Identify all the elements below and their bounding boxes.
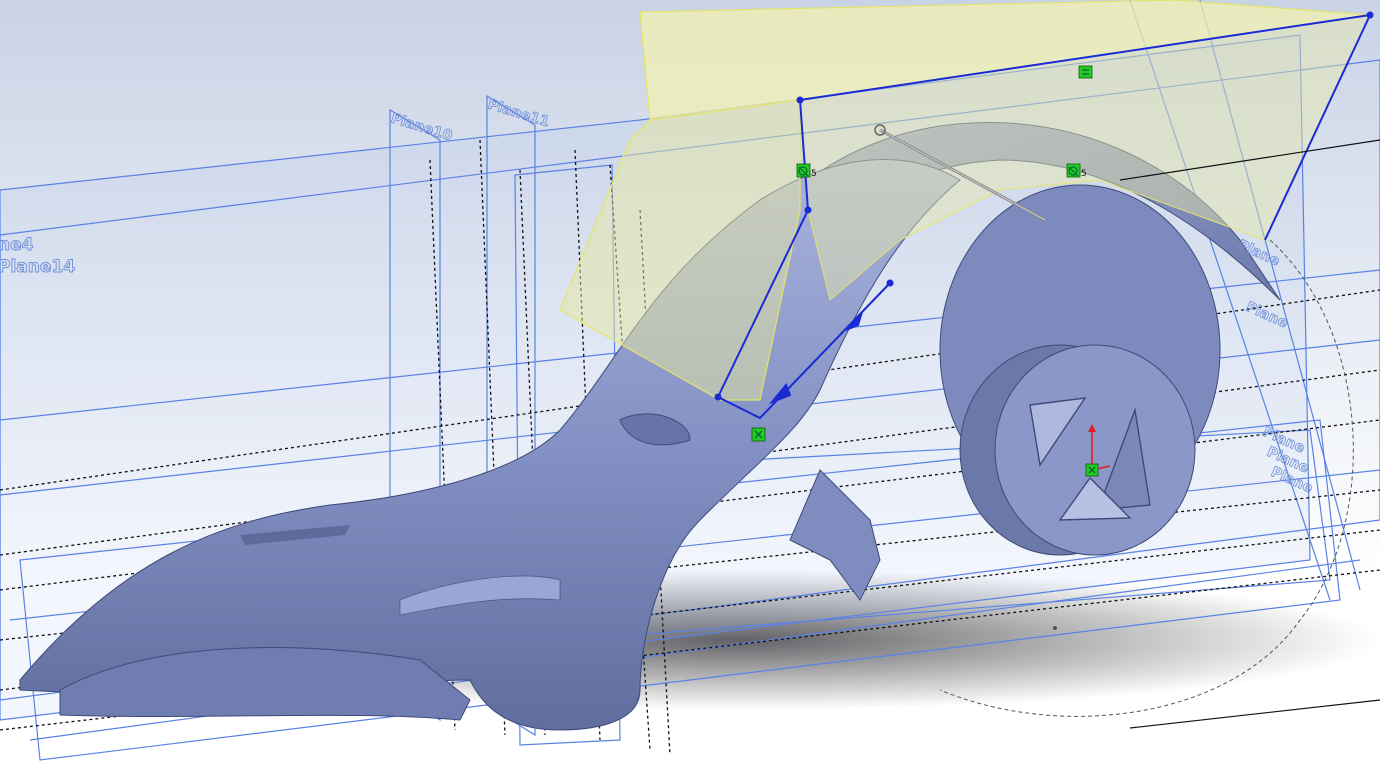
rear-hub-face[interactable] <box>994 344 1196 556</box>
equal-relation-icon[interactable] <box>1078 65 1093 79</box>
plane11-label[interactable]: Plane11 <box>485 96 551 131</box>
plane14-label[interactable]: Plane14 <box>0 257 76 278</box>
plane10-label[interactable]: Plane10 <box>388 110 455 145</box>
pierce-relation-icon[interactable] <box>751 427 766 442</box>
relation-a-value: 5 <box>811 169 817 179</box>
graphics-viewport[interactable]: 5 5 ne4 Plane14 Plane10 Plane11 Plane Pl… <box>0 0 1380 764</box>
coincident-relation-icon[interactable] <box>1066 163 1081 178</box>
coincident-relation-icon[interactable] <box>796 163 811 178</box>
ground-line <box>1129 699 1380 729</box>
model-scene[interactable]: 5 5 ne4 Plane14 Plane10 Plane11 Plane Pl… <box>0 0 1380 764</box>
plane4-label[interactable]: ne4 <box>0 235 34 256</box>
relation-b-value: 5 <box>1081 169 1087 179</box>
